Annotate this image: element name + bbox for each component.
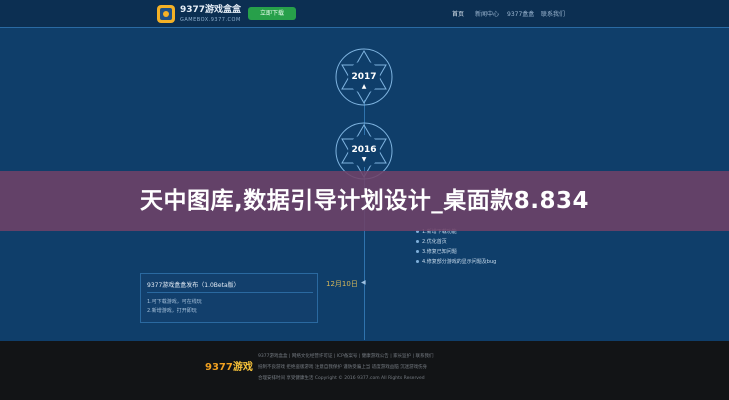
note-bullet-icon bbox=[416, 240, 419, 243]
page-footer bbox=[0, 341, 729, 400]
title-banner: 天中图库,数据引导计划设计_桌面款8.834 bbox=[0, 171, 729, 231]
footer-text-line: 抵制不良游戏 拒绝盗版游戏 注意自我保护 谨防受骗上当 适度游戏益脑 沉迷游戏伤… bbox=[258, 365, 428, 370]
brand-title: 9377游戏盒盒 bbox=[180, 5, 242, 15]
nav-gamebox[interactable]: 9377盒盒 bbox=[507, 9, 534, 18]
nav-news[interactable]: 新闻中心 bbox=[475, 9, 499, 18]
release-card-line: 1.可下载游戏，可在线玩 bbox=[147, 299, 202, 305]
release-card-title: 9377游戏盒盒发布（1.0Beta版） bbox=[147, 282, 240, 289]
year-2016-label: 2016 bbox=[351, 145, 377, 155]
release-card-line: 2.新增游戏，打开即玩 bbox=[147, 308, 197, 314]
note-bullet-icon bbox=[416, 260, 419, 263]
footer-logo-suffix: 游戏 bbox=[232, 362, 253, 373]
timeline-note: 4.修复部分游戏的显示问题及bug bbox=[422, 259, 497, 265]
nav-contact[interactable]: 联系我们 bbox=[541, 9, 565, 18]
nav-home[interactable]: 首页 bbox=[452, 9, 464, 18]
top-header: 9377游戏盒盒 GAMEBOX.9377.COM 立即下载 首页 新闻中心 9… bbox=[0, 0, 729, 28]
date-pointer-icon: ◀ bbox=[361, 279, 366, 286]
banner-title: 天中图库,数据引导计划设计_桌面款8.834 bbox=[140, 188, 589, 214]
brand-name[interactable]: 9377游戏盒盒 GAMEBOX.9377.COM bbox=[180, 5, 241, 25]
download-button[interactable]: 立即下载 bbox=[248, 7, 296, 20]
release-card[interactable]: 9377游戏盒盒发布（1.0Beta版） 1.可下载游戏，可在线玩 2.新增游戏… bbox=[140, 273, 318, 323]
footer-text-line: 9377游戏盒盒 | 网络文化经营许可证 | ICP备案号 | 健康游戏公告 |… bbox=[258, 354, 434, 359]
footer-logo-main: 9377 bbox=[205, 362, 233, 373]
year-2017-label: 2017 bbox=[351, 72, 377, 82]
note-bullet-icon bbox=[416, 250, 419, 253]
year-2016-arrow-icon: ▼ bbox=[361, 156, 367, 163]
brand-subtitle: GAMEBOX.9377.COM bbox=[180, 17, 241, 23]
timeline-note: 2.优化首页 bbox=[422, 239, 447, 245]
release-date: 12月10日 bbox=[326, 280, 358, 288]
year-2017-arrow-icon: ▲ bbox=[361, 83, 367, 90]
footer-text-line: 合理安排时间 享受健康生活 Copyright © 2016 9377.com … bbox=[258, 376, 425, 381]
gamebox-logo-icon[interactable] bbox=[156, 4, 176, 24]
footer-logo[interactable]: 9377游戏 bbox=[205, 358, 253, 373]
card-divider bbox=[147, 292, 313, 293]
timeline-note: 3.修复已知问题 bbox=[422, 249, 457, 255]
